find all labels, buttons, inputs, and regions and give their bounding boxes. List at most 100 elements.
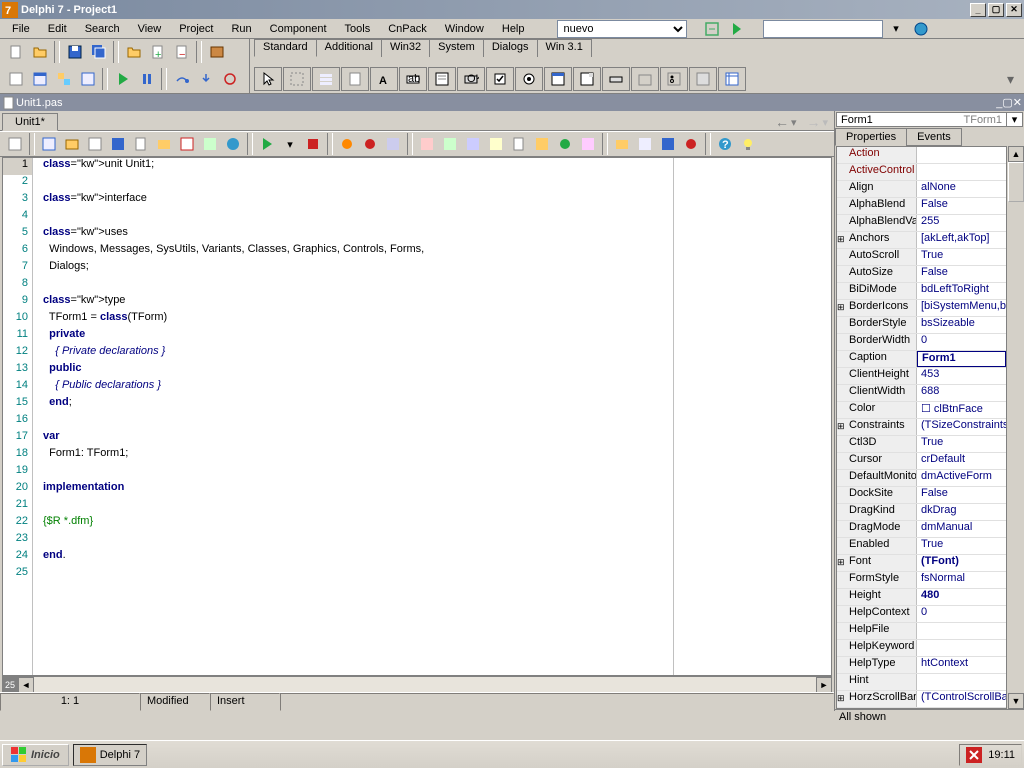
tab-events[interactable]: Events (906, 128, 962, 146)
palette-edit[interactable]: ab| (399, 67, 427, 91)
horizontal-scrollbar[interactable]: 25 ◄ ► (2, 676, 832, 692)
minimize-button[interactable]: _ (970, 3, 986, 17)
add-file-icon[interactable]: + (146, 41, 169, 63)
property-grid[interactable]: ActionActiveControlAlignalNoneAlphaBlend… (836, 146, 1007, 709)
palette-label[interactable]: A (370, 67, 398, 91)
palette-combobox[interactable] (573, 67, 601, 91)
new-icon[interactable] (4, 41, 27, 63)
palette-groupbox[interactable] (631, 67, 659, 91)
close-button[interactable]: ✕ (1006, 3, 1022, 17)
ct-icon[interactable] (153, 133, 175, 155)
scroll-left-icon[interactable]: ◄ (18, 677, 34, 693)
palette-tab-win32[interactable]: Win32 (381, 39, 430, 57)
palette-popupmenu[interactable] (341, 67, 369, 91)
palette-button[interactable]: OK (457, 67, 485, 91)
palette-panel[interactable] (689, 67, 717, 91)
palette-tab-system[interactable]: System (429, 39, 484, 57)
ct-icon[interactable] (336, 133, 358, 155)
ct-icon[interactable] (199, 133, 221, 155)
palette-tab-standard[interactable]: Standard (254, 39, 317, 57)
palette-checkbox[interactable] (486, 67, 514, 91)
ct-icon[interactable] (634, 133, 656, 155)
ct-icon[interactable] (462, 133, 484, 155)
toolbar-dropdown-icon[interactable]: ▾ (885, 18, 908, 40)
ct-icon[interactable] (508, 133, 530, 155)
ct-icon[interactable] (61, 133, 83, 155)
code-editor[interactable]: 1234567891011121314151617181920212223242… (2, 157, 832, 676)
ct-icon[interactable] (359, 133, 381, 155)
ct-icon[interactable] (38, 133, 60, 155)
palette-frames[interactable] (283, 67, 311, 91)
ct-icon[interactable] (577, 133, 599, 155)
menu-window[interactable]: Window (437, 21, 492, 37)
pause-icon[interactable] (135, 68, 158, 90)
ct-icon[interactable] (657, 133, 679, 155)
nav-back-icon[interactable]: ← (775, 114, 789, 130)
editor-maximize[interactable]: ▢ (1002, 96, 1012, 109)
ct-run-icon[interactable] (256, 133, 278, 155)
ct-icon[interactable] (611, 133, 633, 155)
ct-icon[interactable] (84, 133, 106, 155)
nav-fwd-icon[interactable]: → (806, 114, 820, 130)
menu-file[interactable]: File (4, 21, 38, 37)
maximize-button[interactable]: ▢ (988, 3, 1004, 17)
tray-antivirus-icon[interactable] (966, 747, 982, 763)
new-form-icon[interactable] (76, 68, 99, 90)
scroll-right-icon[interactable]: ► (816, 677, 832, 693)
ct-icon[interactable] (107, 133, 129, 155)
vertical-scrollbar[interactable]: ▲ ▼ (1008, 146, 1024, 709)
menu-run[interactable]: Run (223, 21, 259, 37)
ct-help-icon[interactable]: ? (714, 133, 736, 155)
component-selector[interactable]: Form1 TForm1 ▾ (836, 112, 1023, 127)
ct-icon[interactable] (130, 133, 152, 155)
menu-help[interactable]: Help (494, 21, 533, 37)
run-icon[interactable] (111, 68, 134, 90)
menu-component[interactable]: Component (262, 21, 335, 37)
ct-icon[interactable] (222, 133, 244, 155)
palette-tab-additional[interactable]: Additional (316, 39, 382, 57)
nav-back-dd[interactable]: ▾ (791, 116, 797, 129)
ct-bulb-icon[interactable] (737, 133, 759, 155)
palette-actionlist[interactable] (718, 67, 746, 91)
editor-close[interactable]: ✕ (1013, 96, 1022, 109)
dropdown-icon[interactable]: ▾ (1006, 113, 1022, 126)
ct-icon[interactable] (382, 133, 404, 155)
step-into-icon[interactable] (194, 68, 217, 90)
taskbar-app[interactable]: Delphi 7 (73, 744, 147, 766)
scroll-thumb[interactable] (1008, 162, 1024, 202)
help-book-icon[interactable] (205, 41, 228, 63)
palette-radiogroup[interactable] (660, 67, 688, 91)
ct-icon[interactable] (416, 133, 438, 155)
menu-view[interactable]: View (130, 21, 170, 37)
start-button[interactable]: Inicio (2, 744, 69, 766)
scroll-down-icon[interactable]: ▼ (1008, 693, 1024, 709)
ct-icon[interactable] (4, 133, 26, 155)
nav-fwd-dd[interactable]: ▾ (822, 116, 828, 129)
toolbar-icon-a[interactable] (701, 18, 724, 40)
code-body[interactable]: class="kw">unit Unit1;class="kw">interfa… (33, 158, 831, 675)
palette-listbox[interactable] (544, 67, 572, 91)
save-all-icon[interactable] (87, 41, 110, 63)
code-tab-unit1[interactable]: Unit1* (2, 113, 58, 131)
search-combo[interactable] (763, 20, 883, 38)
ct-icon[interactable] (485, 133, 507, 155)
palette-scroll-right[interactable]: ▾ (1007, 71, 1020, 88)
menu-tools[interactable]: Tools (337, 21, 379, 37)
ct-icon[interactable] (531, 133, 553, 155)
ct-icon[interactable] (176, 133, 198, 155)
menu-edit[interactable]: Edit (40, 21, 75, 37)
open-icon[interactable] (28, 41, 51, 63)
ct-icon[interactable] (554, 133, 576, 155)
view-unit-icon[interactable] (4, 68, 27, 90)
palette-scrollbar[interactable] (602, 67, 630, 91)
step-over-icon[interactable] (170, 68, 193, 90)
save-icon[interactable] (63, 41, 86, 63)
step-out-icon[interactable] (218, 68, 241, 90)
ct-icon[interactable] (680, 133, 702, 155)
palette-tab-dialogs[interactable]: Dialogs (483, 39, 538, 57)
scroll-up-icon[interactable]: ▲ (1008, 146, 1024, 162)
palette-mainmenu[interactable] (312, 67, 340, 91)
menu-search[interactable]: Search (77, 21, 128, 37)
open-project-icon[interactable] (122, 41, 145, 63)
menu-project[interactable]: Project (171, 21, 221, 37)
